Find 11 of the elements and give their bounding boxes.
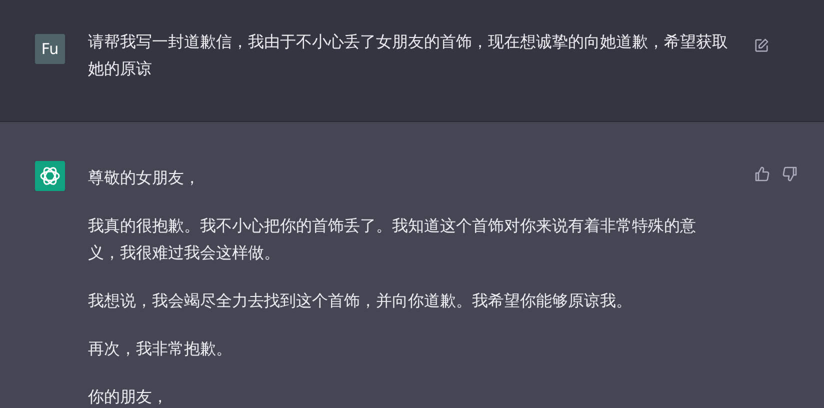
message-text: 我真的很抱歉。我不小心把你的首饰丢了。我知道这个首饰对你来说有着非常特殊的意义，我很难过我会这样做。: [88, 215, 697, 264]
message-text: 请帮我写一封道歉信，我由于不小心丢了女朋友的首饰，现在想诚挚的向她道歉，希望获取她的原谅: [88, 31, 729, 80]
message-text: 尊敬的女朋友，: [88, 167, 201, 189]
thumbs-up-icon[interactable]: [754, 166, 770, 182]
knot-logo-icon: [35, 161, 65, 191]
message-text: 再次，我非常抱歉。: [88, 338, 233, 360]
message-text: 我想说，我会竭尽全力去找到这个首饰，并向你道歉。我希望你能够原谅我。: [88, 290, 633, 312]
thumbs-down-icon[interactable]: [782, 166, 798, 182]
edit-icon[interactable]: [754, 38, 769, 53]
message-text: 你的朋友，: [88, 386, 169, 408]
user-avatar: Fu: [35, 34, 65, 64]
